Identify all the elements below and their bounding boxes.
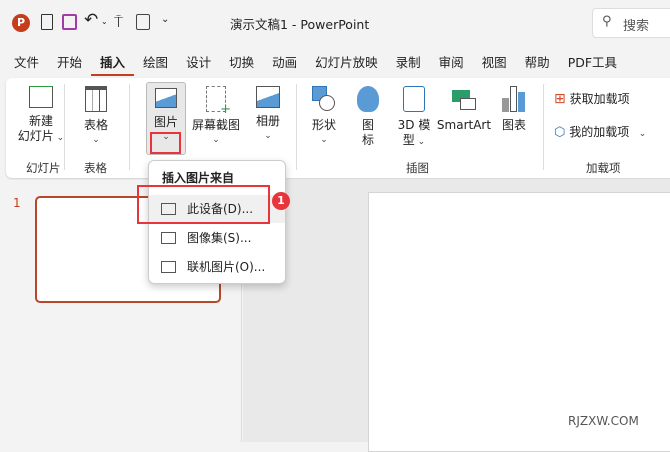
chevron-down-icon: ⌄ bbox=[633, 129, 647, 139]
chevron-down-icon: ⌄ bbox=[414, 137, 426, 147]
ribbon: 新建 幻灯片 ⌄ 幻灯片 表格 ⌄ 表格 图片 ⌄ + 屏幕截图 ⌄ 相册 ⌄ … bbox=[6, 78, 670, 178]
tab-review[interactable]: 审阅 bbox=[430, 52, 473, 76]
new-slide-button[interactable]: 新建 幻灯片 ⌄ bbox=[16, 86, 66, 146]
smartart-button[interactable]: SmartArt bbox=[436, 86, 492, 133]
window-title: 演示文稿1 - PowerPoint bbox=[230, 17, 370, 32]
tab-animations[interactable]: 动画 bbox=[263, 52, 306, 76]
slide-number: 1 bbox=[13, 196, 21, 210]
picture-icon bbox=[155, 88, 177, 108]
group-label-tables: 表格 bbox=[84, 161, 107, 175]
table-icon bbox=[85, 86, 107, 112]
tab-file[interactable]: 文件 bbox=[5, 52, 48, 76]
screenshot-icon: + bbox=[206, 86, 231, 117]
icons-icon bbox=[357, 86, 379, 112]
online-pictures-icon bbox=[161, 261, 176, 273]
3d-models-button[interactable]: 3D 模 型 ⌄ bbox=[392, 86, 436, 150]
slide-canvas[interactable] bbox=[368, 192, 670, 452]
divider bbox=[296, 84, 297, 170]
divider bbox=[543, 84, 544, 170]
get-addins-button[interactable]: ⊞ 获取加载项 bbox=[554, 92, 630, 107]
tab-home[interactable]: 开始 bbox=[48, 52, 91, 76]
divider bbox=[129, 84, 130, 170]
watermark: RJZXW.COM bbox=[568, 414, 639, 428]
new-slide-icon bbox=[29, 86, 53, 108]
new-file-icon[interactable] bbox=[41, 14, 53, 30]
chevron-down-icon: ⌄ bbox=[212, 135, 220, 145]
undo-icon[interactable]: ↶ bbox=[84, 10, 98, 30]
search-box[interactable]: ⚲ 搜索 bbox=[592, 8, 670, 38]
tab-slideshow[interactable]: 幻灯片放映 bbox=[306, 52, 387, 76]
table-button[interactable]: 表格 ⌄ bbox=[78, 86, 114, 148]
tab-transitions[interactable]: 切换 bbox=[220, 52, 263, 76]
search-icon: ⚲ bbox=[602, 14, 612, 29]
chart-icon bbox=[502, 86, 526, 112]
tab-insert[interactable]: 插入 bbox=[91, 52, 135, 76]
menu-item-online-pictures[interactable]: 联机图片(O)... bbox=[149, 253, 285, 281]
menu-item-stock-images[interactable]: 图像集(S)... bbox=[149, 224, 285, 252]
chevron-down-icon: ⌄ bbox=[264, 131, 272, 141]
tab-view[interactable]: 视图 bbox=[473, 52, 516, 76]
photo-album-button[interactable]: 相册 ⌄ bbox=[250, 86, 286, 144]
addins-store-icon: ⊞ bbox=[554, 91, 566, 107]
powerpoint-logo-icon: P bbox=[12, 14, 30, 32]
picture-dropdown-highlight bbox=[150, 132, 181, 154]
my-addins-icon: ⬡ bbox=[554, 125, 566, 140]
chevron-down-icon: ⌄ bbox=[53, 133, 65, 143]
ribbon-tabs: 文件 开始 插入 绘图 设计 切换 动画 幻灯片放映 录制 审阅 视图 帮助 P… bbox=[5, 52, 626, 76]
dropdown-header: 插入图片来自 bbox=[162, 171, 235, 185]
tab-pdf-tools[interactable]: PDF工具 bbox=[559, 52, 626, 76]
this-device-highlight bbox=[137, 185, 270, 224]
stock-images-icon bbox=[161, 232, 176, 244]
chevron-down-icon: ⌄ bbox=[320, 135, 328, 145]
present-icon[interactable]: ⍑ bbox=[114, 13, 123, 31]
cube-icon bbox=[403, 86, 425, 112]
save-edit-icon[interactable] bbox=[136, 14, 150, 30]
group-label-slides: 幻灯片 bbox=[26, 161, 61, 175]
my-addins-button[interactable]: ⬡ 我的加载项 ⌄ bbox=[554, 125, 646, 142]
icons-button[interactable]: 图 标 bbox=[354, 86, 382, 148]
undo-dropdown-icon[interactable]: ⌄ bbox=[101, 17, 108, 26]
step-badge: 1 bbox=[272, 192, 290, 210]
tab-design[interactable]: 设计 bbox=[177, 52, 220, 76]
tab-help[interactable]: 帮助 bbox=[516, 52, 559, 76]
customize-toolbar-icon[interactable]: ⌄ bbox=[161, 14, 169, 25]
save-icon[interactable] bbox=[62, 14, 77, 30]
tab-draw[interactable]: 绘图 bbox=[134, 52, 177, 76]
shapes-icon bbox=[312, 86, 336, 112]
screenshot-button[interactable]: + 屏幕截图 ⌄ bbox=[191, 86, 241, 148]
tab-record[interactable]: 录制 bbox=[387, 52, 430, 76]
divider bbox=[64, 84, 65, 170]
group-label-addins: 加载项 bbox=[586, 161, 621, 175]
photo-album-icon bbox=[256, 86, 280, 108]
chevron-down-icon: ⌄ bbox=[92, 135, 100, 145]
chart-button[interactable]: 图表 bbox=[496, 86, 532, 133]
group-label-illustrations: 插图 bbox=[406, 161, 429, 175]
shapes-button[interactable]: 形状 ⌄ bbox=[306, 86, 342, 148]
smartart-icon bbox=[452, 86, 476, 112]
